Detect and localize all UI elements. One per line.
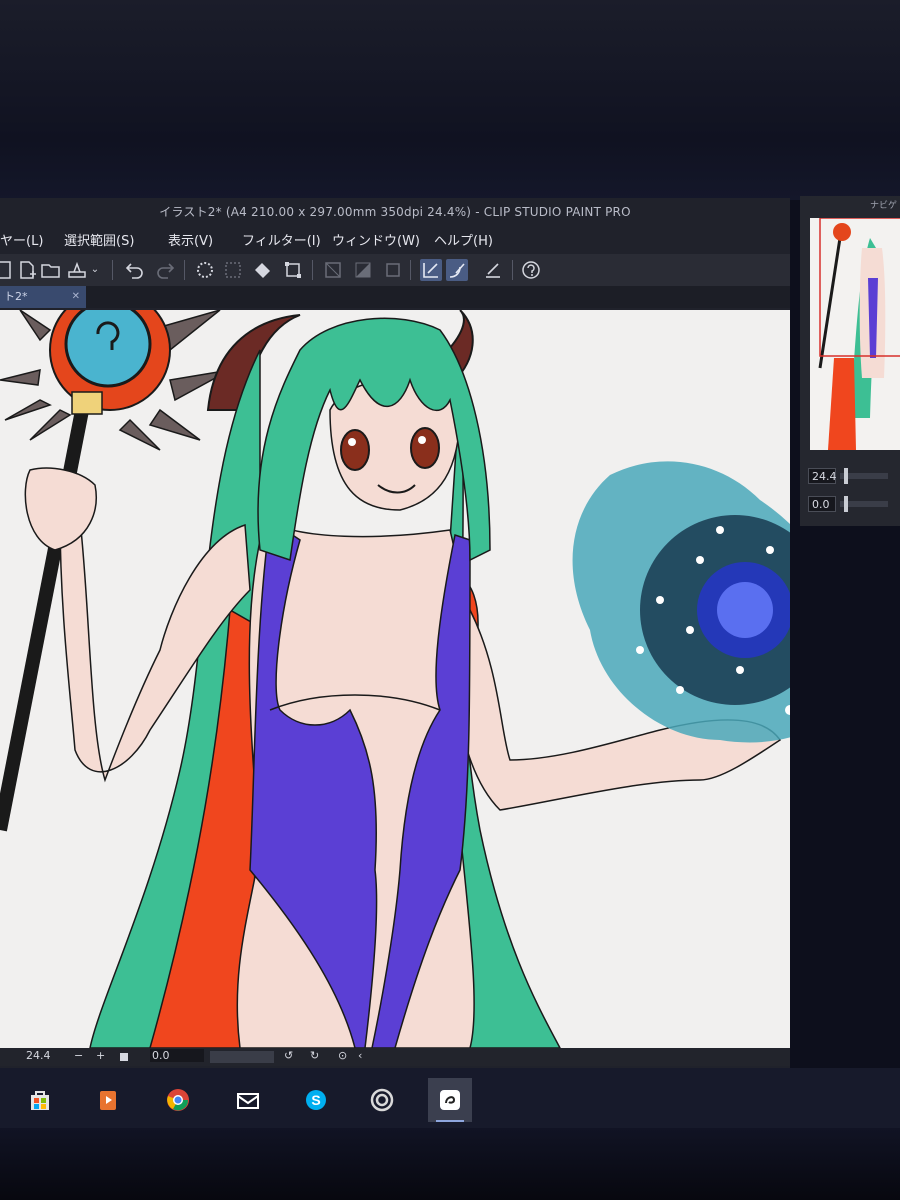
mail-icon[interactable] [226, 1078, 270, 1122]
menu-layer[interactable]: ヤー(L) [0, 230, 43, 249]
navigator-zoom-field[interactable]: 24.4 [808, 468, 837, 484]
document-tab-strip: ト2* ✕ [0, 286, 790, 308]
svg-text:S: S [311, 1092, 320, 1108]
menu-help[interactable]: ヘルプ(H) [434, 230, 493, 249]
save-icon[interactable] [66, 259, 88, 281]
store-app-icon[interactable] [18, 1078, 62, 1122]
invert-selection-icon[interactable] [352, 259, 374, 281]
app-window: イラスト2* (A4 210.00 x 297.00mm 350dpi 24.4… [0, 198, 790, 1068]
status-bar: 24.4 − + 0.0 ↺ ↻ ⊙ ‹ [0, 1048, 790, 1066]
navigator-rotate-slider[interactable] [840, 496, 888, 512]
command-bar: ⌄ [0, 254, 790, 286]
fit-icon[interactable] [120, 1053, 128, 1061]
undo-icon[interactable] [124, 259, 146, 281]
snap-ruler-icon[interactable] [420, 259, 442, 281]
navigator-thumbnail[interactable] [810, 218, 900, 450]
rotate-right-icon[interactable]: ↻ [310, 1049, 319, 1062]
taskbar: S [0, 1068, 900, 1128]
menu-selection[interactable]: 選択範囲(S) [64, 230, 134, 249]
tab-document[interactable]: ト2* ✕ [0, 286, 86, 308]
zoom-value[interactable]: 24.4 [26, 1049, 51, 1062]
clip-studio-paint-icon[interactable] [428, 1078, 472, 1122]
artwork [0, 310, 790, 1048]
media-player-icon[interactable] [86, 1078, 130, 1122]
zoom-out-button[interactable]: − [74, 1049, 83, 1062]
navigator-zoom-slider[interactable] [840, 468, 888, 484]
skype-icon[interactable]: S [294, 1078, 338, 1122]
magic-orb [572, 461, 790, 743]
clear-icon[interactable] [382, 259, 404, 281]
tab-label: ト2* [4, 290, 28, 303]
zoom-in-button[interactable]: + [96, 1049, 105, 1062]
fill-icon[interactable] [252, 259, 274, 281]
close-icon[interactable]: ✕ [72, 286, 80, 308]
monitor-bezel-bottom [0, 1128, 900, 1200]
deselect-icon[interactable] [222, 259, 244, 281]
navigator-panel: ナビゲ 24.4 0.0 [800, 196, 900, 526]
new-file-icon[interactable] [0, 259, 16, 281]
transform-icon[interactable] [282, 259, 304, 281]
clip-studio-icon[interactable] [360, 1078, 404, 1122]
monitor-bezel-top [0, 0, 900, 200]
navigator-rotate-field[interactable]: 0.0 [808, 496, 836, 512]
help-icon[interactable] [520, 259, 542, 281]
angle-slider[interactable] [210, 1051, 274, 1063]
window-title: イラスト2* (A4 210.00 x 297.00mm 350dpi 24.4… [159, 205, 631, 219]
chrome-icon[interactable] [156, 1078, 200, 1122]
flip-icon[interactable]: ‹ [358, 1049, 362, 1062]
angle-value[interactable]: 0.0 [150, 1049, 204, 1062]
open-folder-icon[interactable] [40, 259, 62, 281]
menu-bar: ヤー(L) 選択範囲(S) 表示(V) フィルター(I) ウィンドウ(W) ヘル… [0, 228, 790, 252]
reset-rotation-icon[interactable]: ⊙ [338, 1049, 347, 1062]
dropdown-icon[interactable]: ⌄ [88, 259, 102, 281]
navigator-title: ナビゲ [870, 201, 898, 211]
redo-icon[interactable] [154, 259, 176, 281]
snap-grid-icon[interactable] [482, 259, 504, 281]
new-file-icon[interactable] [16, 259, 38, 281]
menu-filter[interactable]: フィルター(I) [242, 230, 321, 249]
snap-special-ruler-icon[interactable] [446, 259, 468, 281]
menu-window[interactable]: ウィンドウ(W) [332, 230, 420, 249]
show-selection-icon[interactable] [322, 259, 344, 281]
menu-view[interactable]: 表示(V) [168, 230, 213, 249]
drawing-canvas[interactable] [0, 310, 790, 1048]
clear-selection-icon[interactable] [194, 259, 216, 281]
rotate-left-icon[interactable]: ↺ [284, 1049, 293, 1062]
